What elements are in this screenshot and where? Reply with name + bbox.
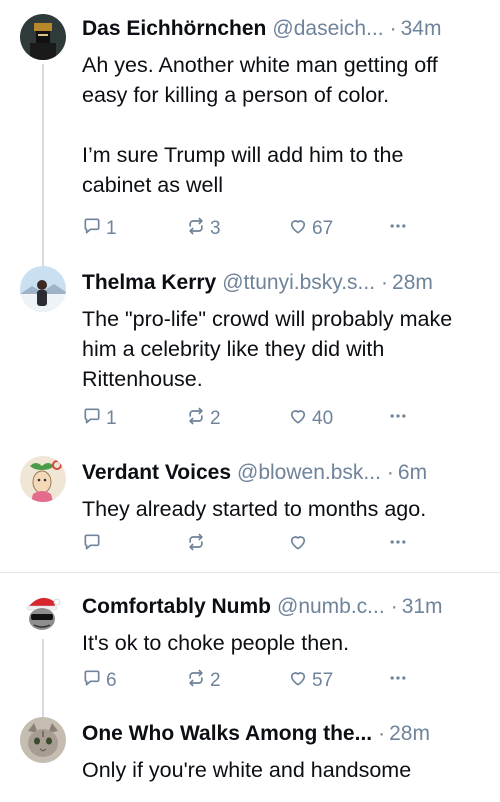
separator-dot: · [381, 271, 389, 294]
post-time[interactable]: 34m [401, 17, 442, 41]
like-button[interactable]: 67 [288, 216, 333, 242]
author-handle[interactable]: @ttunyi.bsky.s... [222, 271, 375, 295]
reply-button[interactable] [82, 532, 102, 558]
reply-icon [82, 668, 102, 694]
more-options-button[interactable] [388, 216, 408, 242]
thread-line [42, 64, 44, 262]
reply-icon [82, 406, 102, 432]
separator-dot: · [378, 722, 386, 745]
post-verdant-voices[interactable]: Verdant Voices @blowen.bsk... · 6m They … [0, 442, 500, 572]
like-button[interactable] [288, 532, 308, 558]
post-header: Comfortably Numb @numb.c... · 31m [82, 593, 480, 621]
reply-count: 1 [106, 218, 117, 239]
post-header: One Who Walks Among the... · 28m [82, 720, 480, 748]
post-text: They already started to months ago. [82, 497, 427, 521]
repost-button[interactable]: 2 [186, 668, 221, 694]
post-actions [82, 532, 480, 558]
more-icon [388, 406, 408, 432]
more-options-button[interactable] [388, 532, 408, 558]
avatar[interactable] [20, 266, 66, 312]
post-header: Thelma Kerry @ttunyi.bsky.s... · 28m [82, 269, 480, 297]
reply-count: 6 [106, 670, 117, 691]
separator-dot: · [390, 595, 398, 618]
post-time[interactable]: 28m [389, 722, 430, 746]
author-name[interactable]: One Who Walks Among the... [82, 722, 372, 746]
like-button[interactable]: 57 [288, 668, 333, 694]
post-actions: 1 2 40 [82, 406, 480, 432]
post-actions: 6 2 57 [82, 668, 480, 694]
post-comfortably-numb[interactable]: Comfortably Numb @numb.c... · 31m It's o… [0, 573, 500, 705]
repost-icon [186, 532, 206, 558]
repost-button[interactable]: 2 [186, 406, 221, 432]
author-name[interactable]: Thelma Kerry [82, 271, 216, 295]
author-handle[interactable]: @numb.c... [277, 595, 385, 619]
repost-icon [186, 668, 206, 694]
post-time[interactable]: 6m [398, 461, 427, 485]
post-das-eichhornchen[interactable]: Das Eichhörnchen @daseich... · 34m Ah ye… [0, 0, 500, 262]
heart-icon [288, 216, 308, 242]
repost-button[interactable]: 3 [186, 216, 221, 242]
like-button[interactable]: 40 [288, 406, 333, 432]
post-actions: 1 3 67 [82, 216, 480, 242]
author-handle[interactable]: @daseich... [272, 17, 383, 41]
author-name[interactable]: Comfortably Numb [82, 595, 271, 619]
avatar[interactable] [20, 456, 66, 502]
reply-icon [82, 532, 102, 558]
reply-button[interactable]: 1 [82, 216, 117, 242]
repost-button[interactable] [186, 532, 206, 558]
more-options-button[interactable] [388, 406, 408, 432]
reply-feed: Das Eichhörnchen @daseich... · 34m Ah ye… [0, 0, 500, 802]
post-header: Das Eichhörnchen @daseich... · 34m [82, 15, 480, 43]
more-options-button[interactable] [388, 668, 408, 694]
like-count: 40 [312, 408, 334, 429]
post-time[interactable]: 28m [392, 271, 433, 295]
thread-line [42, 639, 44, 705]
repost-count: 3 [210, 218, 221, 239]
post-text: Only if you're white and handsome [82, 758, 412, 782]
repost-count: 2 [210, 408, 221, 429]
like-count: 67 [312, 218, 334, 239]
repost-icon [186, 406, 206, 432]
more-icon [388, 668, 408, 694]
heart-icon [288, 668, 308, 694]
separator-dot: · [389, 17, 397, 40]
avatar[interactable] [20, 589, 66, 635]
post-text: It's ok to choke people then. [82, 631, 350, 655]
author-name[interactable]: Das Eichhörnchen [82, 17, 266, 41]
repost-icon [186, 216, 206, 242]
repost-count: 2 [210, 670, 221, 691]
post-text: The "pro-life" crowd will probably make … [82, 307, 459, 391]
more-icon [388, 216, 408, 242]
heart-icon [288, 406, 308, 432]
separator-dot: · [386, 461, 394, 484]
post-thelma-kerry[interactable]: Thelma Kerry @ttunyi.bsky.s... · 28m The… [0, 262, 500, 442]
like-count: 57 [312, 670, 334, 691]
avatar[interactable] [20, 717, 66, 763]
post-text: Ah yes. Another white man getting off ea… [82, 53, 438, 197]
reply-icon [82, 216, 102, 242]
avatar[interactable] [20, 14, 66, 60]
post-time[interactable]: 31m [402, 595, 443, 619]
more-icon [388, 532, 408, 558]
reply-count: 1 [106, 408, 117, 429]
author-name[interactable]: Verdant Voices [82, 461, 231, 485]
reply-button[interactable]: 6 [82, 668, 117, 694]
heart-icon [288, 532, 308, 558]
post-header: Verdant Voices @blowen.bsk... · 6m [82, 459, 480, 487]
reply-button[interactable]: 1 [82, 406, 117, 432]
author-handle[interactable]: @blowen.bsk... [237, 461, 381, 485]
thread-line [42, 705, 44, 717]
post-one-who-walks[interactable]: One Who Walks Among the... · 28m Only if… [0, 705, 500, 802]
